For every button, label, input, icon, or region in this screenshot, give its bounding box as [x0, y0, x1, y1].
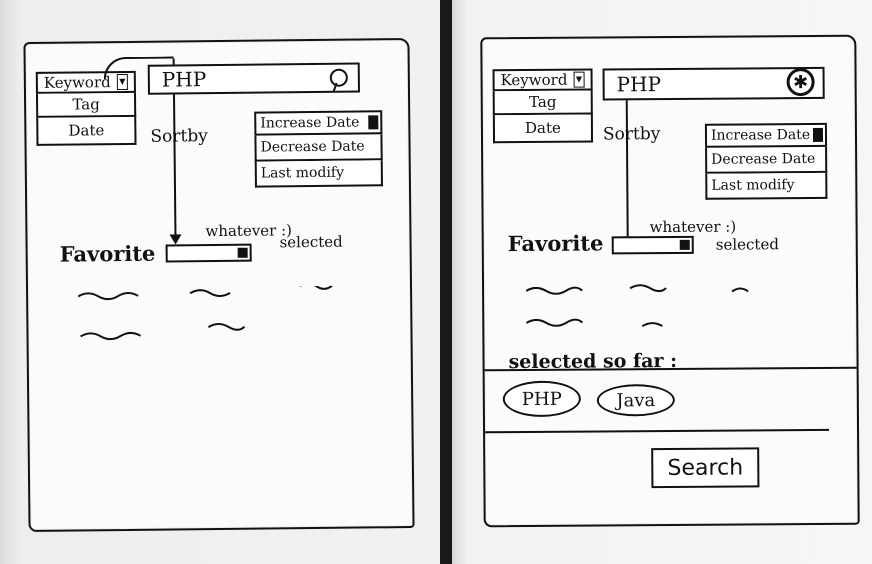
filter-option-tag[interactable]: Tag	[35, 92, 137, 118]
placeholder-line	[731, 287, 749, 293]
placeholder-line	[299, 285, 333, 290]
left-sketch-photo: Keyword ▼ Tag Date PHP Sortby Increase D…	[0, 0, 440, 564]
favorite-note-top: whatever :)	[649, 217, 737, 237]
filter-option-date[interactable]: Date	[492, 114, 594, 144]
placeholder-line	[641, 322, 663, 328]
chevron-down-icon[interactable]	[368, 115, 379, 130]
results-placeholder	[526, 284, 749, 328]
search-input-value: PHP	[616, 72, 662, 97]
divider	[485, 428, 830, 434]
chevron-down-icon[interactable]	[679, 239, 690, 250]
sortby-label: Sortby	[150, 126, 208, 147]
placeholder-line	[526, 286, 583, 295]
sort-selected[interactable]: Increase Date	[704, 122, 828, 148]
photo-divider	[440, 0, 452, 564]
search-input[interactable]: PHP	[147, 62, 360, 95]
right-sketch-photo: Keyword ▼ Tag Date PHP ✱ Sortby Increase…	[452, 0, 872, 564]
filter-option-tag[interactable]: Tag	[492, 90, 593, 116]
sort-selected[interactable]: Increase Date	[254, 110, 383, 136]
favorite-select[interactable]	[611, 235, 694, 255]
placeholder-line	[80, 331, 142, 341]
arrow-down-icon	[169, 234, 182, 245]
favorite-note-selected: selected	[715, 235, 779, 254]
search-input-value: PHP	[161, 67, 207, 92]
filter-selected-label: Keyword	[43, 73, 111, 92]
filter-selected[interactable]: Keyword ▼	[492, 68, 593, 92]
chevron-down-icon[interactable]	[812, 127, 824, 142]
placeholder-line	[189, 289, 231, 297]
results-placeholder	[78, 285, 333, 341]
pencil-icon[interactable]	[329, 68, 348, 87]
favorite-select[interactable]	[165, 243, 252, 263]
circle-button-icon[interactable]: ✱	[786, 67, 815, 97]
placeholder-line	[78, 291, 139, 301]
placeholder-line	[207, 323, 246, 331]
favorite-label: Favorite	[59, 240, 156, 267]
filter-option-date[interactable]: Date	[36, 116, 137, 146]
sort-option-decrease-date[interactable]: Decrease Date	[705, 146, 828, 174]
chevron-down-icon[interactable]: ▼	[573, 71, 585, 88]
filter-selected-label: Keyword	[500, 70, 568, 90]
sort-selected-label: Increase Date	[260, 114, 360, 132]
tag-chip-php[interactable]: PHP	[502, 380, 581, 418]
sort-selected-label: Increase Date	[710, 127, 811, 144]
sort-option-last-modify[interactable]: Last modify	[254, 160, 383, 188]
sortby-label: Sortby	[602, 124, 661, 145]
favorite-label: Favorite	[507, 230, 604, 257]
sort-option-decrease-date[interactable]: Decrease Date	[254, 134, 383, 162]
sort-option-last-modify[interactable]: Last modify	[705, 172, 828, 200]
left-sketch-sheet: Keyword ▼ Tag Date PHP Sortby Increase D…	[23, 37, 415, 533]
sort-dropdown[interactable]: Increase Date Decrease Date Last modify	[254, 110, 383, 188]
connector-line	[625, 78, 629, 239]
search-button[interactable]: Search	[651, 447, 760, 489]
chevron-down-icon[interactable]	[237, 247, 248, 258]
filter-dropdown[interactable]: Keyword ▼ Tag Date	[35, 70, 137, 146]
sort-dropdown[interactable]: Increase Date Decrease Date Last modify	[704, 122, 828, 200]
search-input[interactable]: PHP ✱	[602, 66, 825, 101]
filter-dropdown[interactable]: Keyword ▼ Tag Date	[492, 68, 594, 144]
right-sketch-sheet: Keyword ▼ Tag Date PHP ✱ Sortby Increase…	[480, 34, 860, 528]
tag-chip-java[interactable]: Java	[596, 383, 675, 417]
placeholder-line	[526, 318, 583, 327]
placeholder-line	[629, 284, 667, 293]
favorite-note-selected: selected	[279, 232, 343, 252]
